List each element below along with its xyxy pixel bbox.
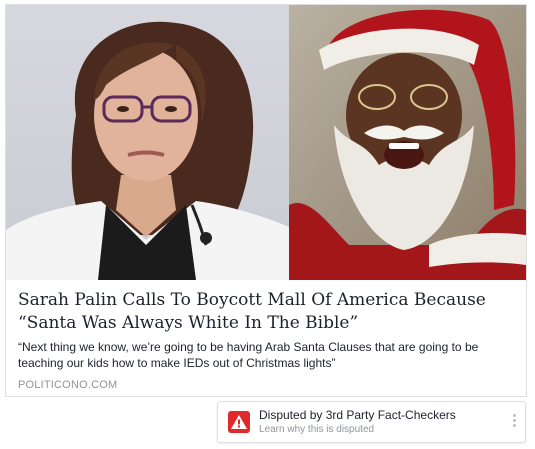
article-image[interactable] bbox=[6, 5, 526, 280]
article-photo-right bbox=[289, 5, 526, 280]
link-preview-card[interactable]: Sarah Palin Calls To Boycott Mall Of Ame… bbox=[5, 4, 527, 397]
learn-why-link[interactable]: Learn why this is disputed bbox=[259, 424, 374, 436]
more-options-icon[interactable] bbox=[509, 412, 519, 434]
disputed-label: Disputed by 3rd Party Fact-Checkers bbox=[259, 408, 456, 422]
warning-icon bbox=[228, 411, 250, 433]
article-description: “Next thing we know, we’re going to be h… bbox=[18, 340, 479, 370]
article-title[interactable]: Sarah Palin Calls To Boycott Mall Of Ame… bbox=[18, 289, 518, 335]
article-source: POLITICONO.COM bbox=[18, 379, 118, 391]
article-photo-left bbox=[6, 5, 289, 280]
disputed-banner[interactable]: Disputed by 3rd Party Fact-Checkers Lear… bbox=[217, 401, 526, 443]
